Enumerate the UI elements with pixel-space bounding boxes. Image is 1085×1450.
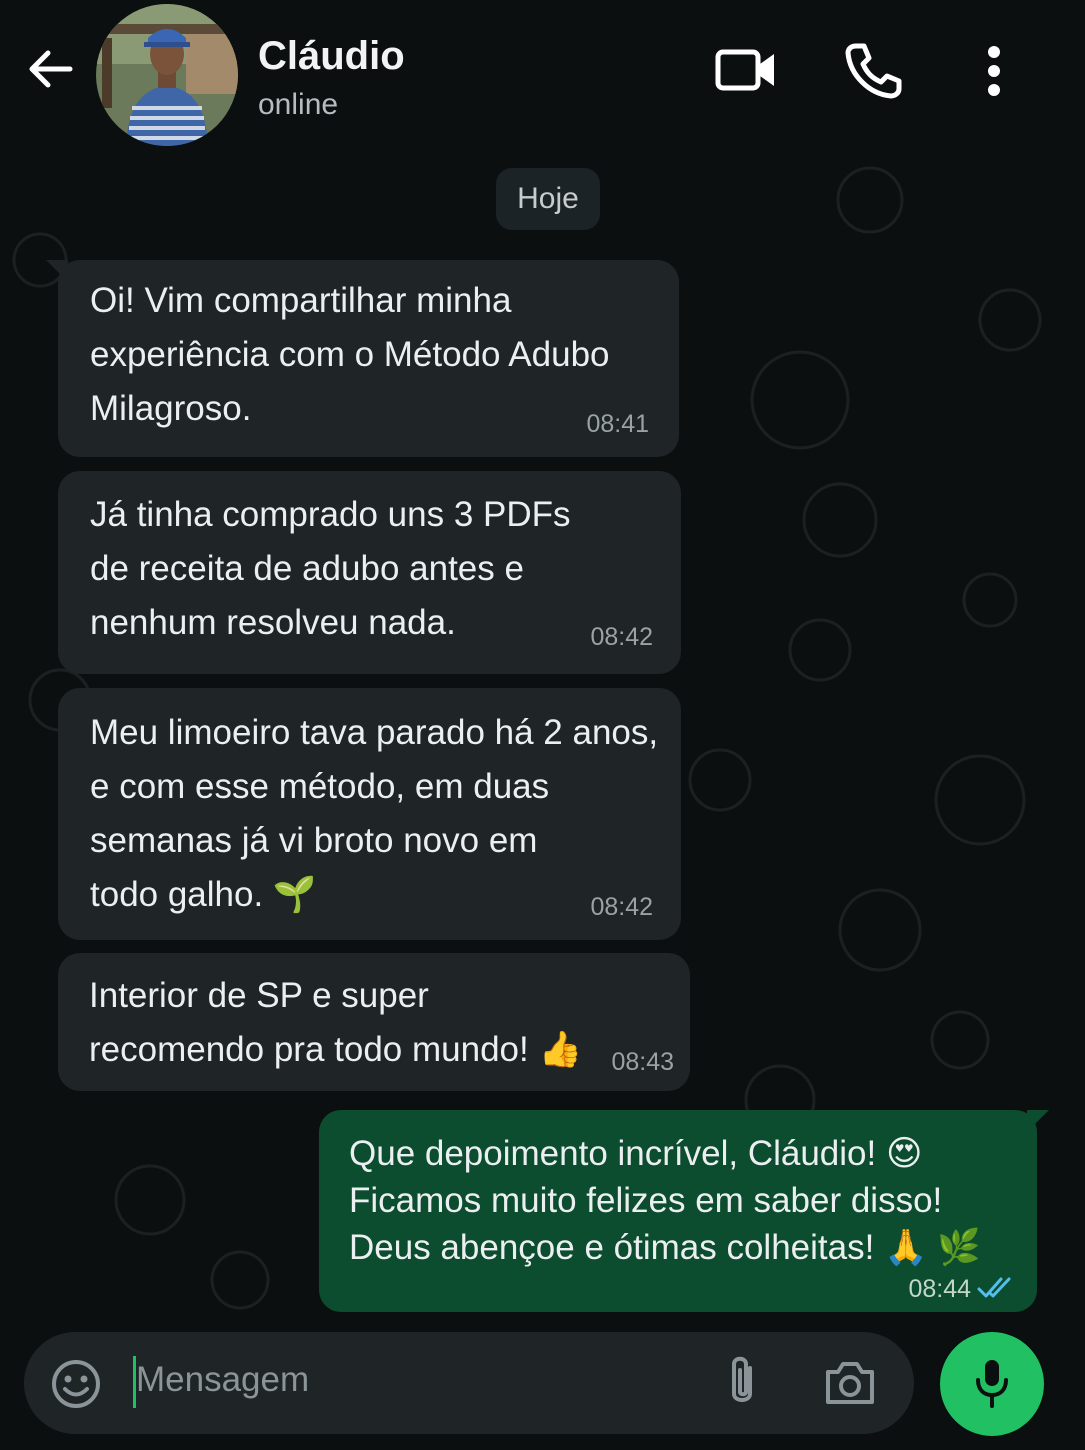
message-bubble-outgoing[interactable]: Que depoimento incrível, Cláudio! 😍 Fica…	[319, 1110, 1049, 1312]
chat-header: Cláudio online	[0, 0, 1085, 150]
contact-status: online	[258, 88, 339, 121]
camera-icon[interactable]	[822, 1358, 878, 1408]
contact-name[interactable]: Cláudio	[258, 34, 405, 79]
bubble-tail	[46, 260, 68, 282]
message-time: 08:43	[611, 1048, 674, 1076]
message-input[interactable]: Mensagem	[136, 1360, 309, 1400]
message-time: 08:41	[586, 410, 649, 438]
message-text: Meu limoeiro tava parado há 2 anos, e co…	[90, 713, 659, 914]
voice-message-button[interactable]	[940, 1332, 1044, 1436]
message-text: Oi! Vim compartilhar minha experiência c…	[90, 281, 610, 428]
message-text: Que depoimento incrível, Cláudio! 😍 Fica…	[349, 1134, 981, 1267]
message-bubble-incoming[interactable]: Interior de SP e super recomendo pra tod…	[58, 953, 690, 1091]
phone-icon[interactable]	[842, 40, 904, 102]
microphone-icon	[976, 1360, 1008, 1408]
message-bubble-incoming[interactable]: Oi! Vim compartilhar minha experiência c…	[46, 260, 679, 457]
more-vertical-icon[interactable]	[980, 44, 1008, 98]
bubble-tail	[1027, 1110, 1049, 1132]
message-text: Interior de SP e super recomendo pra tod…	[89, 976, 583, 1069]
message-time: 08:42	[590, 623, 653, 651]
emoji-icon[interactable]	[50, 1358, 102, 1410]
message-text: Já tinha comprado uns 3 PDFs de receita …	[90, 495, 571, 642]
read-receipt-icon	[977, 1277, 1011, 1298]
video-call-icon[interactable]	[714, 44, 778, 96]
message-bubble-incoming[interactable]: Já tinha comprado uns 3 PDFs de receita …	[58, 471, 681, 674]
date-separator: Hoje	[496, 168, 600, 230]
arrow-left-icon[interactable]	[24, 42, 78, 96]
message-time: 08:42	[590, 893, 653, 921]
contact-avatar[interactable]	[96, 4, 238, 146]
attach-icon[interactable]	[722, 1354, 762, 1412]
message-time: 08:44	[908, 1275, 971, 1303]
message-bubble-incoming[interactable]: Meu limoeiro tava parado há 2 anos, e co…	[58, 688, 681, 940]
